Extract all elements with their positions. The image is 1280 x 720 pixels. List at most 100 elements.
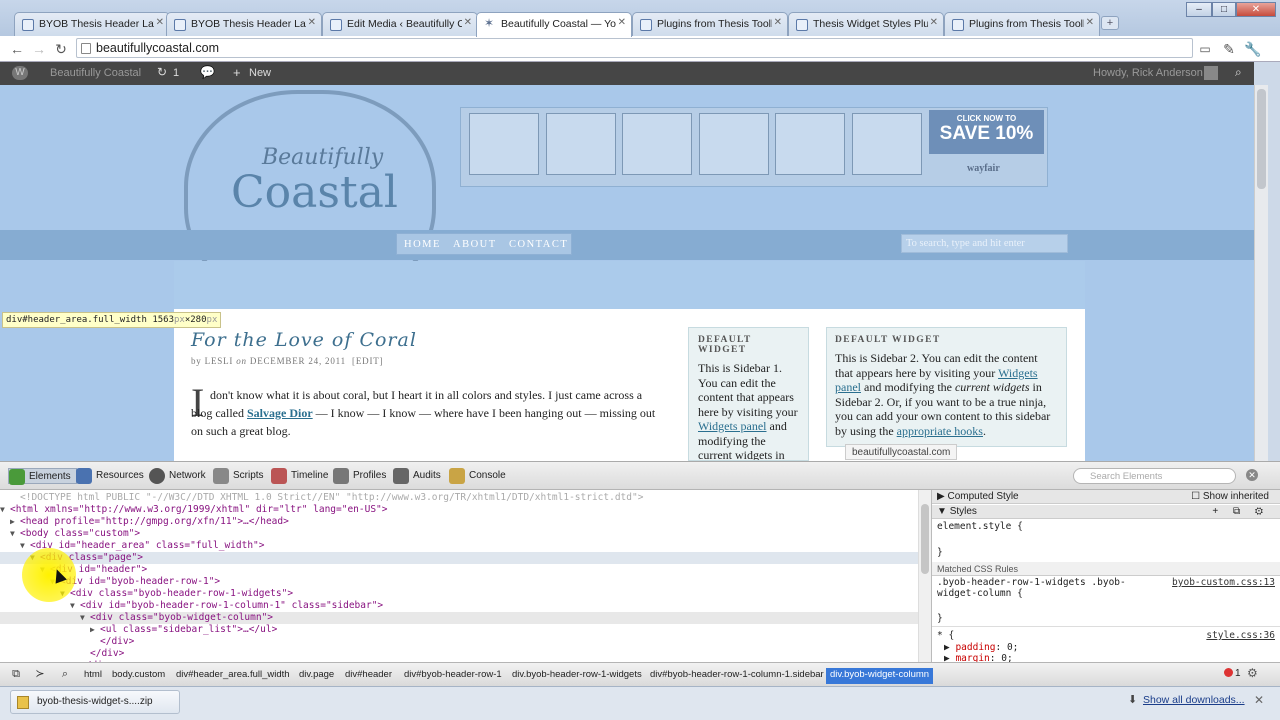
close-window-button[interactable]: ✕ [1236, 2, 1276, 17]
dom-node-line[interactable]: ▼<div id="header"> [0, 564, 918, 576]
browser-tab[interactable]: Plugins from Thesis Toolbox✕ [632, 12, 788, 36]
rule-selector[interactable]: widget-column { [937, 588, 1023, 599]
expand-arrow-icon[interactable]: ▼ [70, 600, 75, 612]
dom-node-line[interactable]: ▶ <head profile="http://gmpg.org/xfn/11">… [0, 516, 918, 528]
tab-network[interactable]: Network [149, 468, 206, 484]
post-author[interactable]: LESLI [205, 356, 234, 366]
avatar[interactable] [1204, 66, 1218, 80]
breadcrumb-item[interactable]: div#byob-header-row-1-column-1.sidebar [646, 668, 828, 684]
dock-icon[interactable]: ⧉ [9, 668, 23, 680]
product-image[interactable] [699, 113, 769, 175]
breadcrumb-item[interactable]: div#byob-header-row-1 [400, 668, 506, 684]
element-style-rule[interactable]: element.style { [937, 521, 1023, 532]
tab-elements[interactable]: Elements [8, 468, 77, 485]
close-icon[interactable]: ✕ [156, 17, 164, 28]
rule-source-link[interactable]: style.css:36 [1206, 630, 1275, 641]
styles-actions[interactable]: + ⧉ ⚙ [1212, 505, 1269, 519]
dom-scrollbar[interactable] [918, 490, 931, 662]
scrollbar-thumb[interactable] [921, 504, 929, 574]
collapse-arrow-icon[interactable]: ▶ [10, 516, 15, 528]
tab-profiles[interactable]: Profiles [333, 468, 386, 484]
browser-tab[interactable]: BYOB Thesis Header Layout✕ [166, 12, 322, 36]
user-greeting[interactable]: Howdy, Rick Anderson [1093, 67, 1203, 79]
forward-icon[interactable]: → [30, 40, 48, 58]
dom-node-line[interactable]: ▼ <body class="custom"> [0, 528, 918, 540]
address-bar[interactable]: beautifullycoastal.com [76, 38, 1193, 58]
breadcrumb-item[interactable]: div.page [295, 668, 338, 684]
expand-arrow-icon[interactable]: ▼ [20, 540, 25, 552]
rule-source-link[interactable]: byob-custom.css:13 [1172, 577, 1275, 588]
back-icon[interactable]: ← [8, 40, 26, 58]
breadcrumb-item[interactable]: div.byob-header-row-1-widgets [508, 668, 646, 684]
close-icon[interactable]: ✕ [1086, 17, 1094, 28]
edit-link[interactable]: [EDIT] [352, 356, 383, 366]
breadcrumb-item[interactable]: div#header_area.full_width [172, 668, 294, 684]
maximize-button[interactable]: □ [1212, 2, 1236, 17]
expand-arrow-icon[interactable]: ▼ [0, 504, 5, 516]
extension-icon[interactable]: ▭ [1196, 40, 1214, 58]
tab-audits[interactable]: Audits [393, 468, 441, 484]
menu-item-home[interactable]: HOME [404, 239, 441, 250]
product-image[interactable] [546, 113, 616, 175]
new-tab-button[interactable]: + [1101, 16, 1119, 30]
breadcrumb-item[interactable]: html [80, 668, 106, 684]
close-icon[interactable]: ✕ [1254, 693, 1264, 707]
search-icon[interactable]: ⌕ [1235, 65, 1242, 80]
breadcrumb-item[interactable]: div#header [341, 668, 396, 684]
menu-item-about[interactable]: ABOUT [453, 239, 497, 250]
ad-save-block[interactable]: CLICK NOW TO SAVE 10% [929, 110, 1044, 154]
menu-item-contact[interactable]: CONTACT [509, 239, 568, 250]
error-badge[interactable]: 1 [1224, 668, 1241, 679]
close-icon[interactable]: ✕ [1246, 469, 1258, 481]
collapse-arrow-icon[interactable]: ▶ [90, 624, 95, 636]
console-drawer-icon[interactable]: ≻ [33, 668, 47, 680]
dom-node-line[interactable]: ▼ <html xmlns="http://www.w3.org/1999/xht… [0, 504, 918, 516]
close-icon[interactable]: ✕ [464, 17, 472, 28]
rule-selector[interactable]: .byob-header-row-1-widgets .byob- [937, 577, 1126, 588]
dom-node-line[interactable]: </div> [0, 648, 918, 660]
tab-console[interactable]: Console [449, 468, 506, 484]
scrollbar-thumb[interactable] [1257, 89, 1266, 189]
show-inherited-checkbox[interactable]: ☐ Show inherited [1191, 490, 1269, 504]
close-icon[interactable]: ✕ [930, 17, 938, 28]
minimize-button[interactable]: – [1186, 2, 1212, 17]
tools-icon[interactable]: ✎ [1220, 40, 1238, 58]
wordpress-logo-icon[interactable]: W [12, 66, 28, 80]
wrench-icon[interactable]: 🔧 [1244, 40, 1262, 58]
styles-header[interactable]: ▼ Styles + ⧉ ⚙ [932, 505, 1280, 519]
product-image[interactable] [852, 113, 922, 175]
close-icon[interactable]: ✕ [774, 17, 782, 28]
rule-selector[interactable]: * { [937, 630, 954, 641]
widgets-panel-link[interactable]: Widgets panel [698, 419, 767, 433]
dom-node-line[interactable]: ▼ <div class="byob-widget-column"> [0, 612, 918, 624]
updates-icon[interactable]: ↻ [157, 65, 167, 79]
css-property[interactable]: ▶ padding: 0; [944, 642, 1018, 653]
search-input[interactable]: To search, type and hit enter [901, 234, 1068, 253]
tab-timeline[interactable]: Timeline [271, 468, 328, 484]
close-icon[interactable]: ✕ [618, 17, 626, 28]
dom-node-line[interactable]: ▼ <div id="byob-header-row-1-column-1" cl… [0, 600, 918, 612]
breadcrumb-item[interactable]: body.custom [108, 668, 169, 684]
new-content-link[interactable]: New [249, 67, 271, 79]
salvage-dior-link[interactable]: Salvage Dior [247, 406, 313, 420]
dom-node-line[interactable]: ▼<div id="byob-header-row-1"> [0, 576, 918, 588]
expand-arrow-icon[interactable]: ▼ [10, 528, 15, 540]
tab-resources[interactable]: Resources [76, 468, 144, 484]
post-title[interactable]: For the Love of Coral [191, 329, 417, 351]
show-all-downloads-link[interactable]: Show all downloads... [1143, 694, 1245, 706]
dom-node-line[interactable]: ▼ <div id="header_area" class="full_width… [0, 540, 918, 552]
browser-tab[interactable]: BYOB Thesis Header Layout✕ [14, 12, 170, 36]
browser-tab[interactable]: Edit Media ‹ Beautifully Coastal✕ [322, 12, 478, 36]
hooks-link[interactable]: appropriate hooks [897, 424, 983, 438]
product-image[interactable] [775, 113, 845, 175]
reload-icon[interactable]: ↻ [52, 40, 70, 58]
product-image[interactable] [622, 113, 692, 175]
dom-node-line[interactable]: <!DOCTYPE html PUBLIC "-//W3C//DTD XHTML… [0, 492, 918, 504]
comments-icon[interactable]: 💬 [200, 65, 215, 79]
breadcrumb-item[interactable]: div.byob-widget-column [826, 668, 934, 684]
tab-scripts[interactable]: Scripts [213, 468, 264, 484]
browser-tab[interactable]: Thesis Widget Styles Plugin✕ [788, 12, 944, 36]
download-item[interactable]: byob-thesis-widget-s....zip [10, 690, 180, 714]
expand-arrow-icon[interactable]: ▼ [80, 612, 85, 624]
inspect-search-icon[interactable]: ⌕ [58, 668, 72, 680]
